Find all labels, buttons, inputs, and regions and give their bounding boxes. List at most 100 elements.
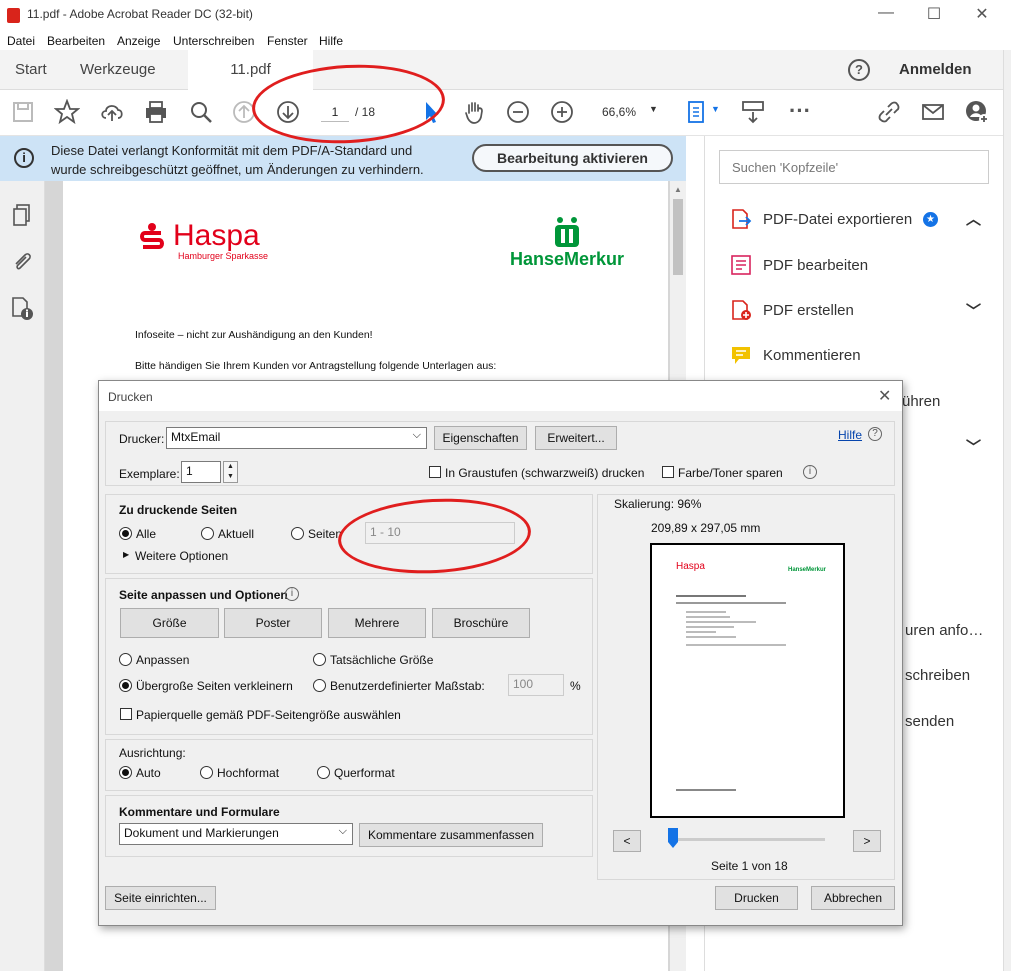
paper-source-checkbox[interactable] bbox=[120, 708, 132, 720]
attachment-icon[interactable] bbox=[11, 249, 33, 273]
custom-scale-input[interactable]: 100 bbox=[508, 674, 564, 696]
preview-slider-track[interactable] bbox=[673, 838, 825, 841]
shrink-label: Übergroße Seiten verkleinern bbox=[136, 679, 293, 693]
menu-window[interactable]: Fenster bbox=[267, 34, 308, 48]
scroll-mode-icon[interactable] bbox=[740, 99, 766, 125]
preview-haspa-logo: Haspa bbox=[676, 561, 705, 572]
prev-page-button[interactable]: < bbox=[613, 830, 641, 852]
fit-radio[interactable] bbox=[119, 653, 132, 666]
tab-tools[interactable]: Werkzeuge bbox=[80, 50, 156, 90]
print-icon[interactable] bbox=[143, 99, 169, 125]
left-navigation-rail: ◀ bbox=[0, 181, 56, 971]
minimize-icon[interactable]: — bbox=[866, 4, 906, 22]
menu-edit[interactable]: Bearbeiten bbox=[47, 34, 105, 48]
tool-create-pdf[interactable]: PDF erstellen bbox=[763, 302, 854, 319]
info-icon: i bbox=[14, 148, 34, 168]
upload-cloud-icon[interactable] bbox=[99, 99, 125, 125]
sign-in-button[interactable]: Anmelden bbox=[899, 50, 972, 90]
orient-auto-label: Auto bbox=[136, 766, 161, 780]
advanced-button[interactable]: Erweitert... bbox=[535, 426, 617, 450]
zoom-out-icon[interactable] bbox=[505, 99, 531, 125]
tools-search-input[interactable]: Suchen 'Kopfzeile' bbox=[719, 150, 989, 184]
fit-page-icon[interactable] bbox=[684, 99, 710, 125]
document-properties-icon[interactable] bbox=[10, 295, 34, 321]
properties-button[interactable]: Eigenschaften bbox=[434, 426, 527, 450]
help-question-icon[interactable]: ? bbox=[868, 427, 882, 441]
all-pages-radio[interactable] bbox=[119, 527, 132, 540]
menu-help[interactable]: Hilfe bbox=[319, 34, 343, 48]
orientation-label: Ausrichtung: bbox=[119, 746, 186, 760]
more-tools-icon[interactable]: ··· bbox=[789, 98, 811, 124]
preview-footer-line bbox=[676, 789, 736, 791]
printer-dropdown-icon: ⌵ bbox=[412, 429, 421, 441]
actual-size-radio[interactable] bbox=[313, 653, 326, 666]
orient-portrait-radio[interactable] bbox=[200, 766, 213, 779]
size-button[interactable]: Größe bbox=[120, 608, 219, 638]
maximize-icon[interactable]: ☐ bbox=[914, 4, 954, 24]
scrollbar-thumb[interactable] bbox=[673, 199, 683, 275]
zoom-search-icon[interactable] bbox=[188, 99, 214, 125]
orient-auto-radio[interactable] bbox=[119, 766, 132, 779]
tool-export-pdf[interactable]: PDF-Datei exportieren bbox=[763, 211, 912, 228]
enable-editing-button[interactable]: Bearbeitung aktivieren bbox=[472, 144, 673, 172]
collapse-chevron-icon[interactable]: ︿ bbox=[966, 208, 981, 229]
tool-comment[interactable]: Kommentieren bbox=[763, 347, 861, 364]
close-icon[interactable]: ✕ bbox=[962, 4, 1002, 24]
copies-spinner[interactable]: ▲ ▼ bbox=[223, 461, 238, 483]
comments-select[interactable]: Dokument und Markierungen ⌵ bbox=[119, 823, 353, 845]
printer-select[interactable]: MtxEmail ⌵ bbox=[166, 427, 427, 449]
zoom-dropdown-icon[interactable]: ▼ bbox=[649, 104, 658, 114]
dialog-close-icon[interactable]: ✕ bbox=[878, 386, 891, 406]
page-setup-button[interactable]: Seite einrichten... bbox=[105, 886, 216, 910]
add-user-icon[interactable] bbox=[964, 99, 990, 125]
right-panel-divider bbox=[1003, 50, 1011, 971]
hand-tool-icon[interactable] bbox=[462, 99, 488, 125]
email-icon[interactable] bbox=[920, 99, 946, 125]
save-icon[interactable] bbox=[10, 99, 36, 125]
tool-partial-4[interactable]: senden bbox=[905, 713, 954, 730]
shrink-radio[interactable] bbox=[119, 679, 132, 692]
tool-partial-3[interactable]: schreiben bbox=[905, 667, 970, 684]
scroll-up-arrow[interactable]: ▲ bbox=[674, 185, 682, 194]
pages-thumbnail-icon[interactable] bbox=[11, 203, 33, 227]
menu-sign[interactable]: Unterschreiben bbox=[173, 34, 254, 48]
menu-view[interactable]: Anzeige bbox=[117, 34, 160, 48]
expand-chevron-icon-2[interactable]: ﹀ bbox=[966, 436, 981, 457]
print-button[interactable]: Drucken bbox=[715, 886, 798, 910]
share-link-icon[interactable] bbox=[876, 99, 902, 125]
help-link[interactable]: Hilfe bbox=[838, 428, 862, 442]
tool-partial-2[interactable]: uren anfo… bbox=[905, 622, 983, 639]
poster-button[interactable]: Poster bbox=[224, 608, 322, 638]
multiple-button[interactable]: Mehrere bbox=[328, 608, 426, 638]
copies-label: Exemplare: bbox=[119, 467, 180, 481]
star-icon[interactable] bbox=[54, 99, 80, 125]
print-dialog: Drucken ✕ Drucker: MtxEmail ⌵ Eigenschaf… bbox=[98, 380, 903, 926]
booklet-button[interactable]: Broschüre bbox=[432, 608, 530, 638]
menu-file[interactable]: Datei bbox=[7, 34, 35, 48]
fit-dropdown-icon[interactable]: ▼ bbox=[711, 104, 720, 114]
copies-input[interactable]: 1 bbox=[181, 461, 221, 483]
current-page-radio[interactable] bbox=[201, 527, 214, 540]
zoom-level[interactable]: 66,6% bbox=[602, 105, 636, 119]
title-bar: 11.pdf - Adobe Acrobat Reader DC (32-bit… bbox=[0, 0, 1011, 31]
orient-landscape-radio[interactable] bbox=[317, 766, 330, 779]
summarize-comments-button[interactable]: Kommentare zusammenfassen bbox=[359, 823, 543, 847]
grayscale-label: In Graustufen (schwarzweiß) drucken bbox=[445, 466, 645, 480]
tab-start[interactable]: Start bbox=[15, 50, 47, 90]
cancel-button[interactable]: Abbrechen bbox=[811, 886, 895, 910]
grayscale-checkbox[interactable] bbox=[429, 466, 441, 478]
save-toner-checkbox[interactable] bbox=[662, 466, 674, 478]
page-range-radio[interactable] bbox=[291, 527, 304, 540]
tool-edit-pdf[interactable]: PDF bearbeiten bbox=[763, 257, 868, 274]
help-circle-icon[interactable]: ? bbox=[848, 59, 870, 81]
more-options-toggle[interactable]: Weitere Optionen bbox=[135, 549, 228, 563]
sizing-info-icon[interactable]: i bbox=[285, 587, 299, 601]
more-options-arrow-icon[interactable]: ▶ bbox=[123, 550, 129, 559]
expand-chevron-icon[interactable]: ﹀ bbox=[966, 300, 981, 321]
toolbar: 1 / 18 66,6% ▼ ▼ ··· bbox=[0, 90, 1003, 136]
toner-info-icon[interactable]: i bbox=[803, 465, 817, 479]
zoom-in-icon[interactable] bbox=[549, 99, 575, 125]
tool-partial-1[interactable]: ühren bbox=[902, 393, 940, 410]
next-page-button[interactable]: > bbox=[853, 830, 881, 852]
custom-scale-radio[interactable] bbox=[313, 679, 326, 692]
